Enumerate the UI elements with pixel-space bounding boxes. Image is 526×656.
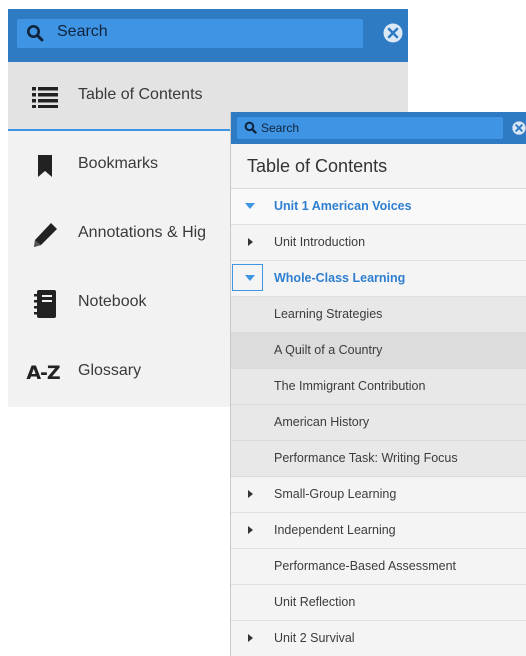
toc-item-label: Unit 2 Survival — [274, 631, 355, 645]
search-icon — [26, 24, 44, 42]
menu-item-label: Table of Contents — [78, 86, 203, 103]
menu-item-label: Glossary — [78, 362, 142, 379]
menu-item-label: Annotations & Hig — [78, 224, 207, 241]
caret-down-icon[interactable] — [244, 272, 256, 284]
toc-header: Search — [231, 112, 526, 144]
caret-right-icon[interactable] — [244, 524, 256, 536]
caret-right-icon[interactable] — [244, 632, 256, 644]
toc-item-small-group-learning[interactable]: Small-Group Learning — [231, 477, 526, 513]
a-z-icon-text: A-Z — [26, 361, 60, 384]
search-placeholder: Search — [57, 23, 108, 40]
toc-item-label: Performance-Based Assessment — [274, 559, 457, 573]
sidebar-header: Search — [8, 9, 408, 62]
caret-right-icon[interactable] — [244, 236, 256, 248]
table-of-contents-panel: Search Table of Contents Unit 1 American… — [230, 112, 526, 656]
toc-item-label: Whole-Class Learning — [274, 271, 406, 285]
toc-title: Table of Contents — [231, 144, 526, 189]
toc-item-label: Unit Reflection — [274, 595, 356, 609]
toc-item-unit-1[interactable]: Unit 1 American Voices — [231, 189, 526, 225]
toc-item-label: Learning Strategies — [274, 307, 383, 321]
toc-item-whole-class-learning[interactable]: Whole-Class Learning — [231, 261, 526, 297]
clear-search-icon[interactable] — [383, 23, 403, 43]
toc-item-independent-learning[interactable]: Independent Learning — [231, 513, 526, 549]
toc-list: Unit 1 American Voices Unit Introduction… — [231, 189, 526, 656]
menu-item-label: Notebook — [78, 293, 147, 310]
toc-item-american-history[interactable]: American History — [231, 405, 526, 441]
bookmark-icon — [24, 131, 66, 200]
toc-item-the-immigrant-contribution[interactable]: The Immigrant Contribution — [231, 369, 526, 405]
toc-item-a-quilt-of-a-country[interactable]: A Quilt of a Country — [231, 333, 526, 369]
toc-item-unit-2[interactable]: Unit 2 Survival — [231, 621, 526, 656]
list-icon — [24, 62, 66, 131]
toc-search-input[interactable]: Search — [237, 117, 503, 139]
pencil-icon — [24, 200, 66, 269]
toc-item-performance-based-assessment[interactable]: Performance-Based Assessment — [231, 549, 526, 585]
clear-search-icon[interactable] — [512, 121, 526, 135]
toc-item-label: Performance Task: Writing Focus — [274, 451, 458, 465]
caret-down-icon[interactable] — [244, 200, 256, 212]
toc-item-unit-reflection[interactable]: Unit Reflection — [231, 585, 526, 621]
caret-right-icon[interactable] — [244, 488, 256, 500]
toc-item-label: Independent Learning — [274, 523, 396, 537]
toc-item-label: The Immigrant Contribution — [274, 379, 426, 393]
menu-item-label: Bookmarks — [78, 155, 159, 172]
toc-item-label: American History — [274, 415, 370, 429]
toc-item-performance-task[interactable]: Performance Task: Writing Focus — [231, 441, 526, 477]
toc-item-label: Unit Introduction — [274, 235, 366, 249]
search-placeholder: Search — [261, 121, 300, 135]
notebook-icon — [24, 269, 66, 338]
toc-item-label: A Quilt of a Country — [274, 343, 383, 357]
toc-item-label: Unit 1 American Voices — [274, 199, 412, 213]
search-icon — [244, 121, 257, 134]
a-z-icon: A-Z — [22, 338, 64, 407]
search-input[interactable]: Search — [17, 19, 363, 48]
toc-item-unit-introduction[interactable]: Unit Introduction — [231, 225, 526, 261]
toc-item-learning-strategies[interactable]: Learning Strategies — [231, 297, 526, 333]
toc-item-label: Small-Group Learning — [274, 487, 397, 501]
